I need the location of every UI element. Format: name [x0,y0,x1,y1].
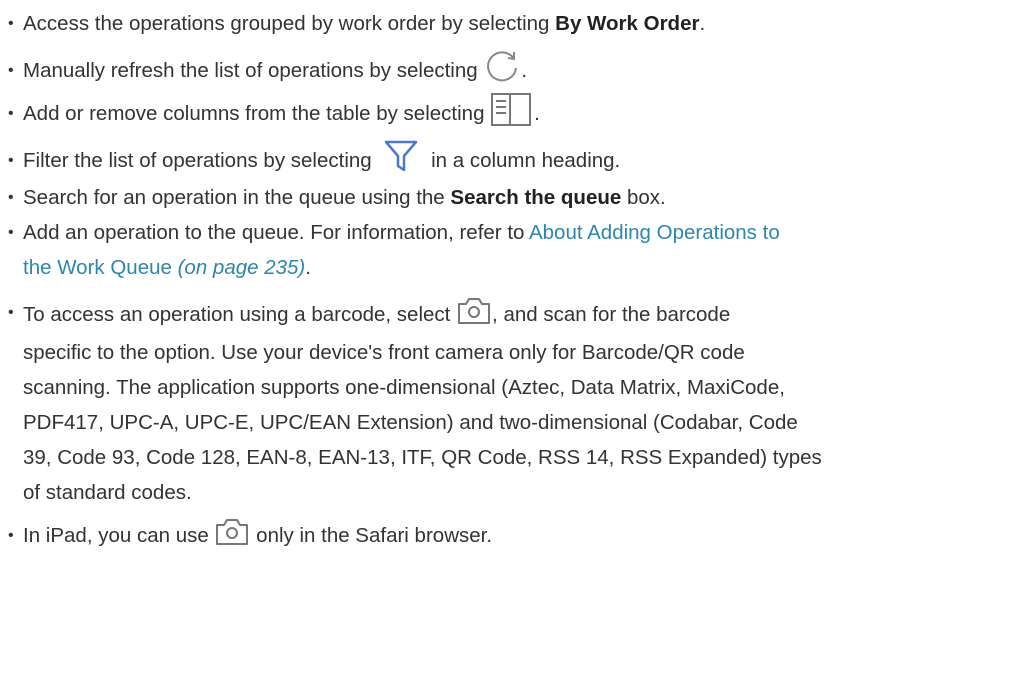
item-line: the Work Queue (on page 235). [23,250,1008,285]
list-item: Filter the list of operations by selecti… [8,140,1008,178]
item-text: Access the operations grouped by work or… [23,12,556,35]
item-text: . [521,59,528,82]
item-text: Search for an operation in the queue usi… [23,186,451,209]
item-text: only in the Safari browser. [250,524,493,547]
list-item: Add or remove columns from the table by … [8,92,1008,131]
item-text: box. [621,186,666,209]
item-line: To access an operation using a barcode, … [23,295,1008,335]
item-text: Add or remove columns from the table by … [23,102,491,125]
by-work-order-label: By Work Order [555,12,700,35]
bullet-list: Access the operations grouped by work or… [8,0,1008,553]
item-text: Add an operation to the queue. For infor… [23,221,529,244]
item-text: in a column heading. [425,149,621,172]
list-item: Manually refresh the list of operations … [8,50,1008,88]
item-line: Add an operation to the queue. For infor… [23,215,1008,250]
document-page: Access the operations grouped by work or… [0,0,1022,692]
columns-icon [490,92,534,128]
item-line: 39, Code 93, Code 128, EAN-8, EAN-13, IT… [23,446,822,469]
item-text: , and scan for the barcode [492,303,731,326]
item-text: In iPad, you can use [23,524,215,547]
list-item: Search for an operation in the queue usi… [8,180,1008,215]
camera-icon [456,296,492,326]
page-reference: (on page 235) [177,256,306,279]
about-adding-operations-link-cont[interactable]: the Work Queue (on page 235) [23,256,305,279]
item-text: Filter the list of operations by selecti… [23,149,378,172]
item-line: scanning. The application supports one-d… [23,376,785,399]
link-text: the Work Queue [23,256,172,279]
item-text: Manually refresh the list of operations … [23,59,484,82]
item-text: . [305,256,311,279]
item-line: PDF417, UPC-A, UPC-E, UPC/EAN Extension)… [23,411,798,434]
item-text: To access an operation using a barcode, … [23,303,457,326]
filter-icon [381,139,421,173]
about-adding-operations-link[interactable]: About Adding Operations to [529,221,780,244]
item-line: specific to the option. Use your device'… [23,341,745,364]
camera-icon [214,517,250,547]
refresh-icon [483,48,521,86]
list-item: In iPad, you can use only in the Safari … [8,518,1008,553]
list-item: Access the operations grouped by work or… [8,6,1008,41]
search-the-queue-label: Search the queue [450,186,622,209]
list-item: Add an operation to the queue. For infor… [8,215,1008,285]
item-text: . [534,102,540,125]
list-item: To access an operation using a barcode, … [8,295,1008,510]
item-line: of standard codes. [23,481,192,504]
item-text: . [699,12,706,35]
